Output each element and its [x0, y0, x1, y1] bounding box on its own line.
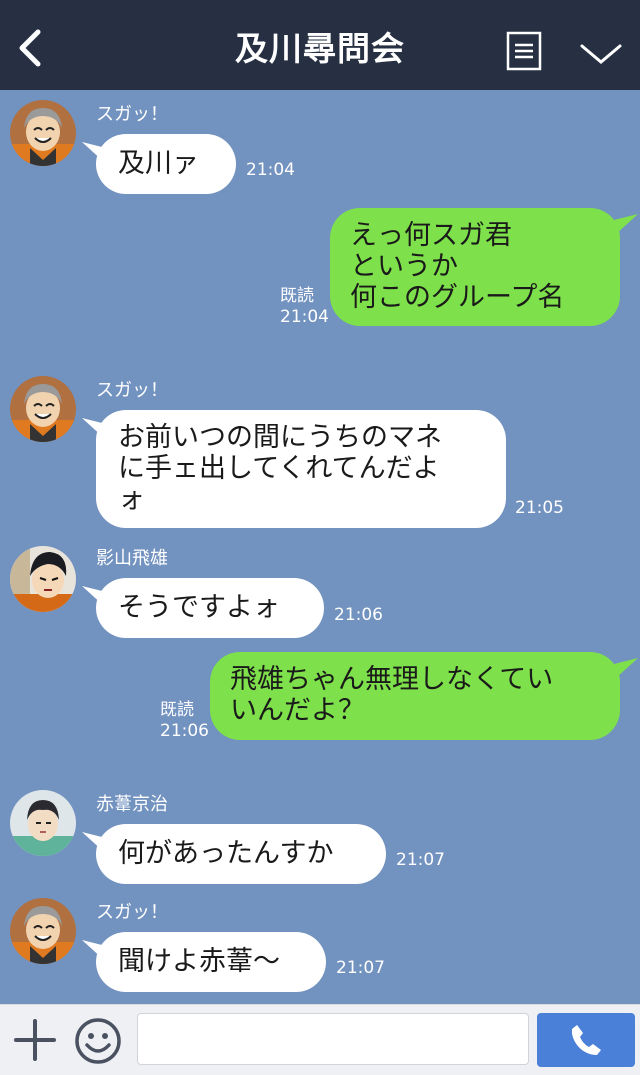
- message-line: というか: [350, 251, 458, 282]
- read-receipt: 既読 21:04: [280, 286, 329, 328]
- timestamp: 21:06: [334, 605, 383, 625]
- message-line: そうですよォ: [118, 592, 280, 623]
- avatar[interactable]: [10, 898, 76, 964]
- phone-icon: [571, 1025, 601, 1055]
- timestamp: 21:07: [396, 850, 445, 870]
- sender-name: スガッ！: [96, 902, 168, 923]
- sender-name: スガッ！: [96, 380, 168, 401]
- read-label: 既読: [280, 286, 314, 306]
- sender-name: 影山飛雄: [96, 548, 168, 569]
- avatar[interactable]: [10, 790, 76, 856]
- timestamp: 21:05: [515, 498, 564, 518]
- message-line: に手ェ出してくれてんだよ: [118, 453, 440, 484]
- chat-area[interactable]: スガッ！ 及川ァ 21:04 既読 21:04 えっ何スガ君 というか 何このグ…: [0, 90, 640, 1004]
- avatar[interactable]: [10, 546, 76, 612]
- timestamp: 21:04: [280, 307, 329, 327]
- timestamp: 21:07: [336, 958, 385, 978]
- message-line: 聞けよ赤葦〜: [118, 946, 280, 977]
- plus-icon[interactable]: [14, 1019, 56, 1061]
- message-bubble[interactable]: 及川ァ: [96, 134, 236, 194]
- sender-name: 赤葦京治: [96, 794, 168, 815]
- menu-icon[interactable]: [506, 31, 542, 71]
- message-bubble[interactable]: 聞けよ赤葦〜: [96, 932, 326, 992]
- message-bubble[interactable]: えっ何スガ君 というか 何このグループ名: [330, 208, 620, 326]
- message-input[interactable]: [137, 1013, 529, 1065]
- message-line: えっ何スガ君: [350, 220, 512, 251]
- avatar[interactable]: [10, 376, 76, 442]
- message-bubble[interactable]: 飛雄ちゃん無理しなくてい いんだよ？: [210, 652, 620, 740]
- message-line: お前いつの間にうちのマネ: [118, 422, 442, 453]
- avatar[interactable]: [10, 100, 76, 166]
- message-composer: [0, 1004, 640, 1075]
- call-button[interactable]: [537, 1013, 635, 1067]
- message-bubble[interactable]: お前いつの間にうちのマネ に手ェ出してくれてんだよ ォ: [96, 410, 506, 528]
- bubble-tail: [614, 214, 638, 234]
- bubble-tail: [614, 658, 638, 678]
- chevron-down-icon[interactable]: [578, 38, 624, 68]
- message-line: いんだよ？: [230, 695, 365, 726]
- chat-header: 及川尋問会: [0, 0, 640, 90]
- message-line: 何があったんすか: [118, 838, 334, 869]
- sender-name: スガッ！: [96, 104, 168, 125]
- page-title: 及川尋問会: [235, 29, 405, 68]
- timestamp: 21:04: [246, 160, 295, 180]
- message-line: ォ: [118, 484, 145, 515]
- timestamp: 21:06: [160, 721, 209, 741]
- message-bubble[interactable]: そうですよォ: [96, 578, 324, 638]
- emoji-icon[interactable]: [74, 1017, 122, 1065]
- message-line: 飛雄ちゃん無理しなくてい: [230, 664, 554, 695]
- message-line: 及川ァ: [118, 148, 199, 179]
- message-line: 何このグループ名: [350, 282, 565, 313]
- read-receipt: 既読 21:06: [160, 700, 209, 742]
- read-label: 既読: [160, 700, 194, 720]
- message-bubble[interactable]: 何があったんすか: [96, 824, 386, 884]
